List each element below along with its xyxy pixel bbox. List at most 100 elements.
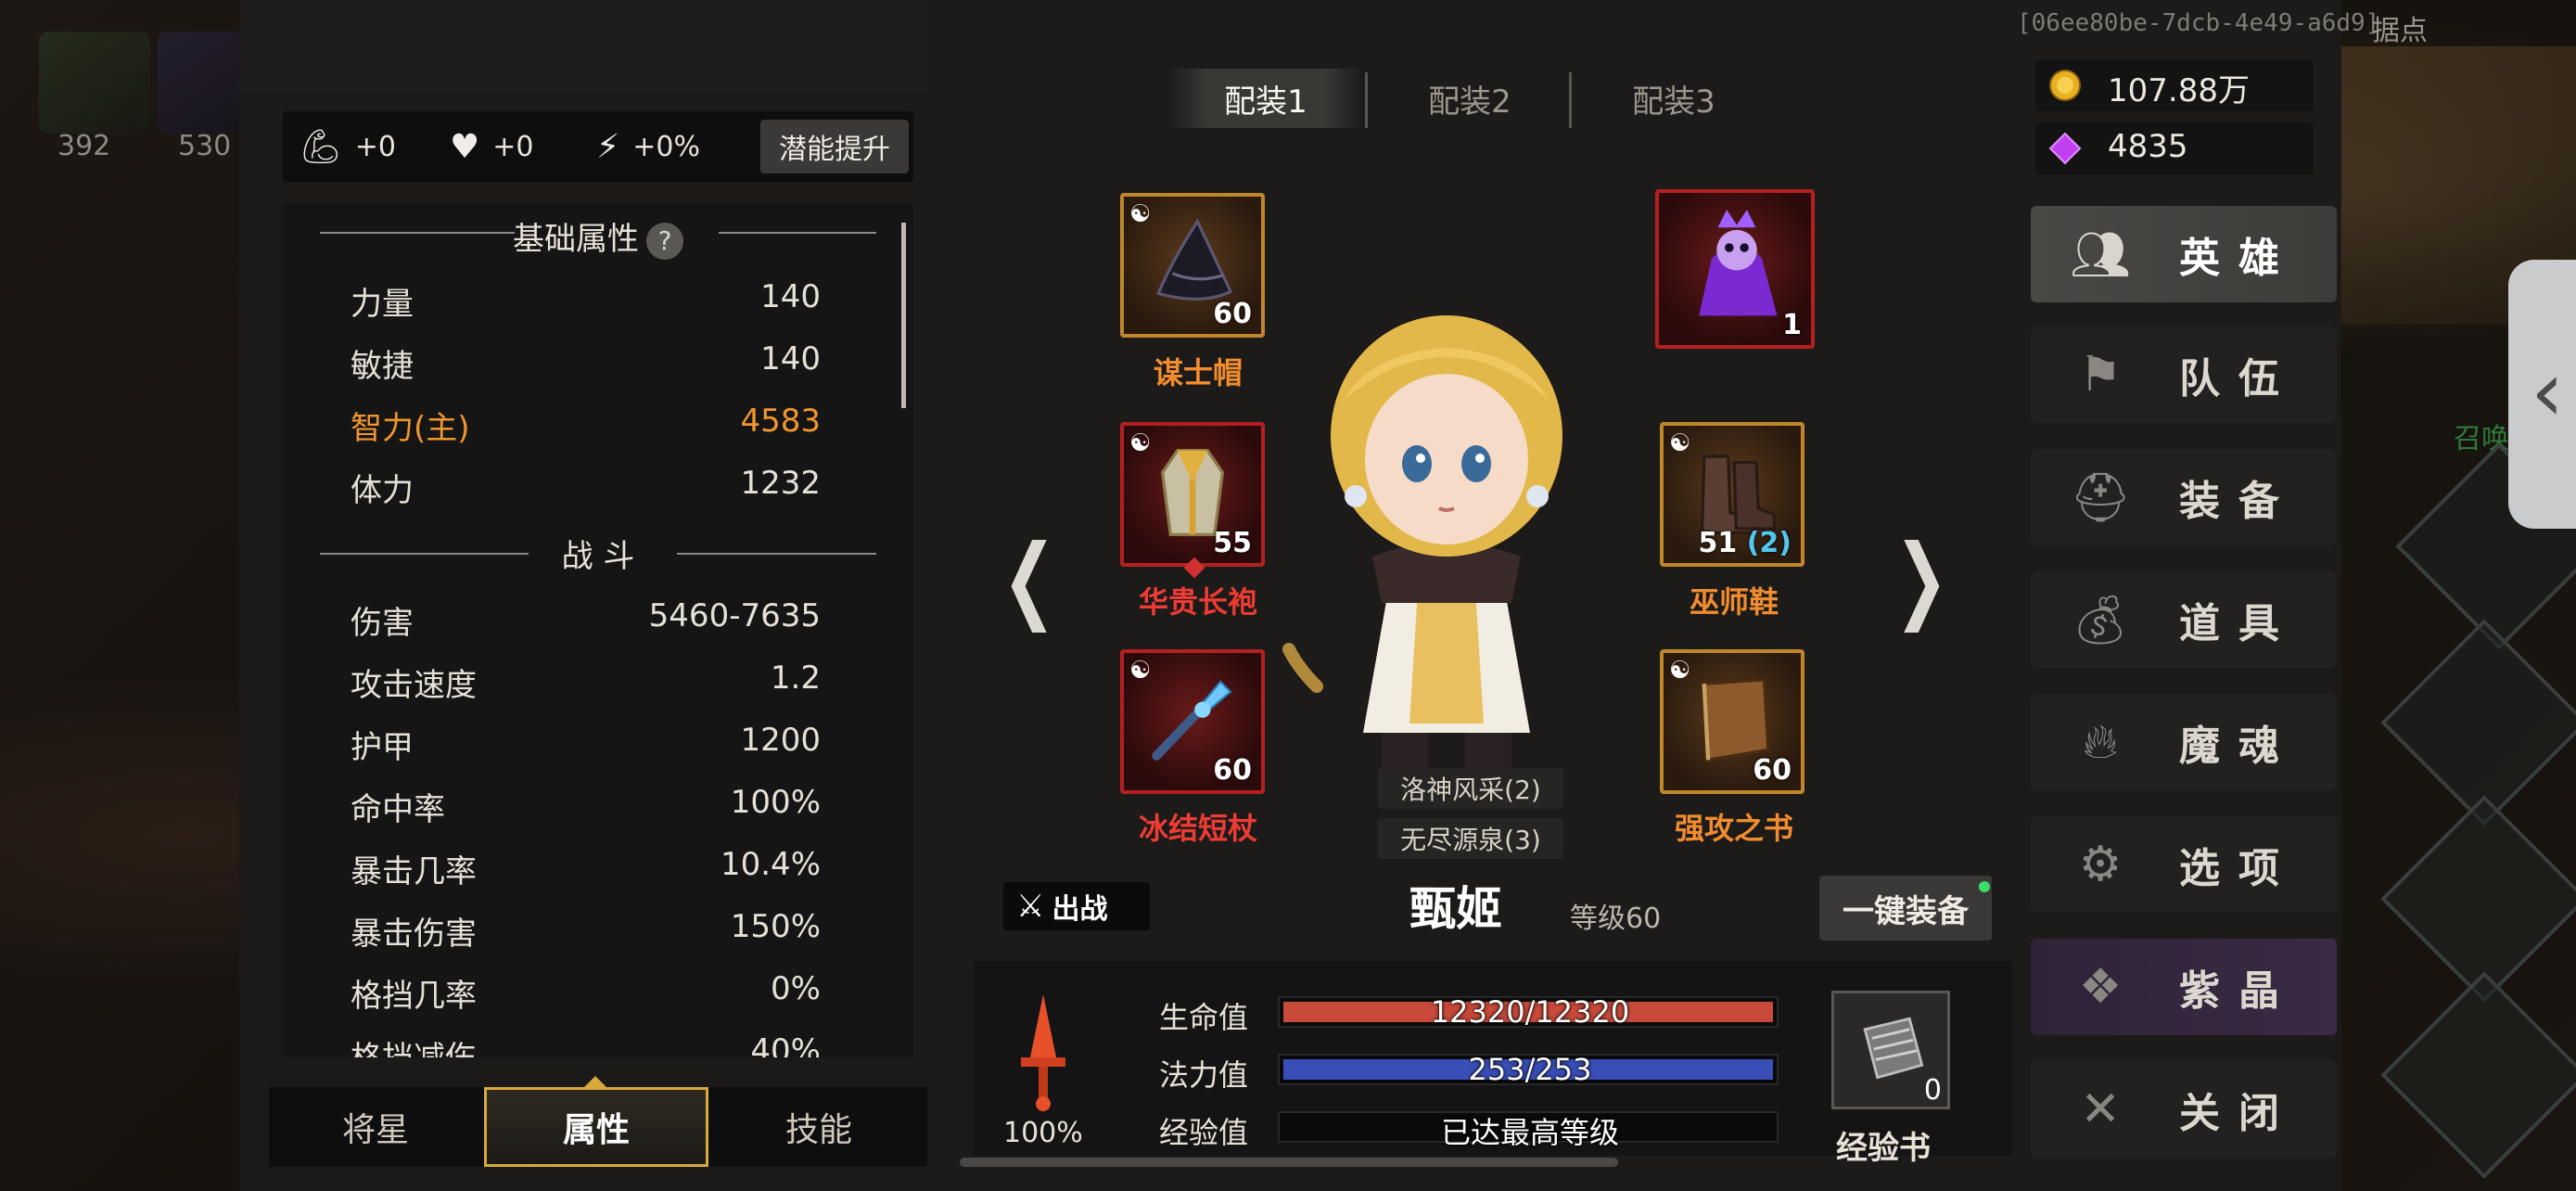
tab-loadout-1[interactable]: 配装1 bbox=[1168, 69, 1363, 128]
background-count: 530 bbox=[178, 130, 232, 162]
equip-all-button[interactable]: 一键装备 bbox=[1819, 876, 1992, 941]
strength-bonus: 💪︎ +0 bbox=[300, 128, 396, 166]
help-icon[interactable]: ? bbox=[646, 222, 683, 260]
stat-name: 体力 bbox=[351, 472, 414, 509]
tab-attributes[interactable]: 属性 bbox=[484, 1087, 708, 1167]
menu-amethyst[interactable]: ❖ 紫晶 bbox=[2031, 939, 2337, 1035]
equipment-slot-weapon[interactable]: ☯ 60 bbox=[1120, 649, 1265, 794]
crystal-icon: ❖ bbox=[2078, 959, 2123, 1015]
stat-name: 暴击伤害 bbox=[351, 916, 477, 953]
bag-icon: 💰︎ bbox=[2069, 592, 2131, 648]
stat-name: 敏捷 bbox=[351, 348, 414, 385]
equipment-name: 冰结短杖 bbox=[1138, 811, 1257, 846]
heart-icon: ♥ bbox=[450, 127, 480, 166]
stat-name: 暴击几率 bbox=[351, 853, 477, 890]
equipment-name: 华贵长袍 bbox=[1138, 584, 1257, 620]
previous-hero-arrow[interactable]: ❮ bbox=[1002, 524, 1057, 633]
stat-value: 100% bbox=[730, 784, 821, 821]
stats-list[interactable]: 基础属性? 力量 140 敏捷 140 智力(主) 4583 体力 1232 战… bbox=[283, 204, 913, 1057]
hero-icon: 👥︎ bbox=[2069, 226, 2131, 283]
background-skill-slot bbox=[39, 32, 150, 134]
close-icon: ✕ bbox=[2080, 1082, 2121, 1137]
menu-team[interactable]: ⚑ 队伍 bbox=[2031, 327, 2337, 423]
equipment-slot-hat[interactable]: ☯ 60 bbox=[1120, 193, 1265, 338]
basic-attributes-title: 基础属性? bbox=[283, 213, 913, 260]
horizontal-scrollbar[interactable] bbox=[960, 1158, 1618, 1167]
side-drawer-handle[interactable]: ‹ bbox=[2508, 260, 2576, 529]
gold-coin-icon bbox=[2049, 70, 2081, 101]
gear-icon: ⚙ bbox=[2078, 837, 2123, 892]
stat-value: 1200 bbox=[740, 722, 821, 759]
hero-level: 等级60 bbox=[1570, 903, 1662, 935]
mp-value: 253/253 bbox=[1468, 1052, 1592, 1087]
mp-label: 法力值 bbox=[1159, 1057, 1249, 1093]
stat-value: 140 bbox=[760, 340, 821, 378]
health-bonus: ♥ +0 bbox=[450, 127, 534, 166]
hp-bar: 12320/12320 bbox=[1278, 994, 1779, 1030]
stat-value: 5460-7635 bbox=[648, 597, 821, 634]
stat-value: 10.4% bbox=[720, 846, 821, 883]
potential-upgrade-button[interactable]: 潜能提升 bbox=[760, 120, 909, 173]
stat-name: 格挡几率 bbox=[351, 978, 477, 1015]
attributes-panel-header bbox=[239, 0, 927, 93]
helmet-icon: ⛑︎ bbox=[2069, 469, 2131, 526]
power-percent: 100% bbox=[1003, 1117, 1083, 1149]
menu-options[interactable]: ⚙ 选项 bbox=[2031, 816, 2337, 913]
deploy-button[interactable]: ⚔ 出战 bbox=[1003, 882, 1150, 930]
crossed-swords-icon: ⚔ bbox=[1016, 888, 1045, 925]
gem-counter: 4835 bbox=[2035, 122, 2314, 174]
main-stat-name: 智力(主) bbox=[351, 410, 470, 447]
power-sword-icon bbox=[1021, 994, 1065, 1111]
main-stat-value: 4583 bbox=[740, 403, 821, 440]
menu-equipment[interactable]: ⛑︎ 装备 bbox=[2031, 449, 2337, 545]
background-skill-slot bbox=[158, 32, 250, 134]
stat-value: 1232 bbox=[740, 465, 821, 502]
mp-bar: 253/253 bbox=[1278, 1052, 1779, 1087]
energy-bonus: ⚡︎ +0% bbox=[596, 127, 701, 166]
lightning-icon: ⚡︎ bbox=[596, 127, 620, 166]
divider bbox=[1569, 72, 1572, 128]
stronghold-label[interactable]: 据点 bbox=[2372, 7, 2428, 48]
divider bbox=[1365, 72, 1368, 128]
set-bonus-tag: 洛神风采(2) bbox=[1378, 768, 1563, 809]
equipment-slot-boots[interactable]: ☯ 51 (2) bbox=[1660, 422, 1804, 567]
tab-loadout-3[interactable]: 配装3 bbox=[1576, 69, 1771, 128]
potential-bonus-row: 💪︎ +0 ♥ +0 ⚡︎ +0% 潜能提升 bbox=[283, 111, 913, 182]
background-count: 392 bbox=[57, 130, 111, 162]
combat-title: 战 斗 bbox=[561, 538, 635, 575]
menu-souls[interactable]: 🔥︎ 魔魂 bbox=[2031, 694, 2337, 790]
flame-icon: 🔥︎ bbox=[2082, 713, 2119, 770]
menu-close[interactable]: ✕ 关闭 bbox=[2031, 1061, 2337, 1158]
equipment-name: 谋士帽 bbox=[1153, 355, 1243, 391]
equipment-name: 巫师鞋 bbox=[1689, 584, 1779, 620]
exp-book-label: 经验书 bbox=[1836, 1130, 1931, 1167]
equipment-slot-pet[interactable]: 1 bbox=[1655, 189, 1815, 349]
attributes-tab-bar: 将星 属性 技能 bbox=[269, 1087, 927, 1167]
session-id: [06ee80be-7dcb-4e49-a6d9] bbox=[2017, 9, 2380, 37]
stat-name: 护甲 bbox=[351, 729, 414, 766]
exp-book-slot[interactable]: 0 bbox=[1831, 991, 1950, 1109]
purple-gem-icon bbox=[2048, 132, 2082, 165]
equipment-slot-book[interactable]: ☯ 60 bbox=[1660, 649, 1804, 794]
menu-items[interactable]: 💰︎ 道具 bbox=[2031, 571, 2337, 668]
tab-skills[interactable]: 技能 bbox=[710, 1087, 927, 1167]
tab-generals[interactable]: 将星 bbox=[269, 1087, 482, 1167]
stat-name: 命中率 bbox=[351, 791, 445, 828]
stat-value: 150% bbox=[730, 908, 821, 945]
stat-value: 0% bbox=[771, 970, 821, 1007]
chevron-left-icon: ‹ bbox=[2531, 343, 2564, 441]
exp-value: 已达最高等级 bbox=[1440, 1115, 1619, 1150]
tab-loadout-2[interactable]: 配装2 bbox=[1372, 69, 1567, 128]
exp-book-icon bbox=[1863, 1017, 1924, 1080]
stat-name: 伤害 bbox=[351, 605, 414, 642]
hp-value: 12320/12320 bbox=[1430, 994, 1630, 1030]
menu-hero[interactable]: 👥︎ 英雄 bbox=[2031, 206, 2337, 302]
exp-bar: 已达最高等级 bbox=[1278, 1111, 1779, 1150]
stats-scrollbar[interactable] bbox=[901, 223, 906, 408]
hero-portrait bbox=[1282, 315, 1562, 770]
stat-value: 40% bbox=[750, 1032, 821, 1057]
active-tab-caret bbox=[584, 1076, 606, 1087]
stat-name: 格挡减伤 bbox=[351, 1032, 477, 1057]
next-hero-arrow[interactable]: ❯ bbox=[1894, 524, 1949, 633]
equipment-slot-robe[interactable]: ☯ 55 bbox=[1120, 422, 1265, 567]
